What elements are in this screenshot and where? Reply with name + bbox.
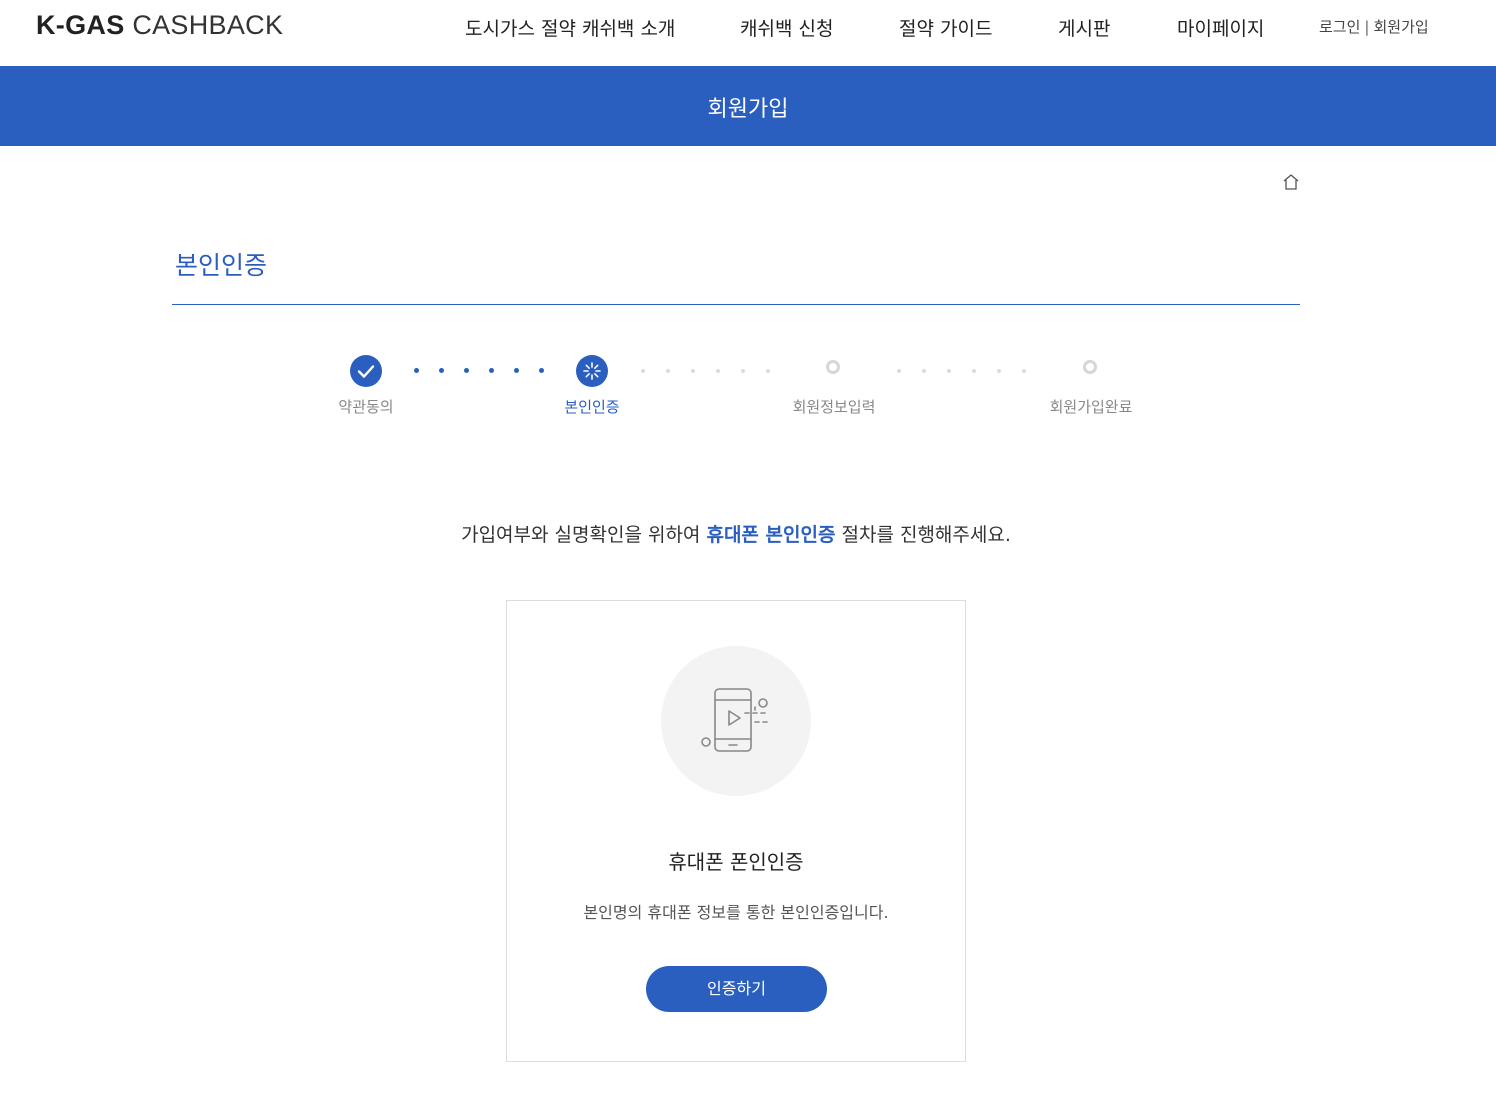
check-icon: [357, 365, 375, 378]
step-connector-dot: [766, 369, 770, 373]
verify-button[interactable]: 인증하기: [646, 966, 827, 1012]
step-connector-dot: [489, 368, 494, 373]
step-current-indicator: [576, 355, 608, 387]
nav-item-guide[interactable]: 절약 가이드: [899, 14, 992, 41]
page-title: 회원가입: [707, 97, 789, 122]
page-banner: 회원가입: [0, 66, 1496, 146]
nav-item-apply[interactable]: 캐쉬백 신청: [740, 14, 833, 41]
step-connector-dot: [414, 368, 419, 373]
card-title: 휴대폰 폰인인증: [668, 850, 804, 874]
card-icon-background: [661, 646, 811, 796]
instruction-after: 절차를 진행해주세요.: [835, 524, 1011, 546]
step-connector-dot: [897, 369, 901, 373]
home-icon[interactable]: [1282, 173, 1300, 191]
step-pending-indicator: [1083, 360, 1097, 374]
step-connector-dot: [997, 369, 1001, 373]
site-logo[interactable]: K-GAS CASHBACK: [36, 10, 283, 41]
loading-icon: [583, 362, 601, 380]
step-connector-dot: [947, 369, 951, 373]
step-connector-dot: [539, 368, 544, 373]
auth-separator: |: [1364, 18, 1370, 36]
card-description: 본인명의 휴대폰 정보를 통한 본인인증입니다.: [583, 903, 889, 922]
step-pending-indicator: [826, 360, 840, 374]
step-completed-indicator: [350, 355, 382, 387]
step-connector-dot: [464, 368, 469, 373]
step-label-complete: 회원가입완료: [1049, 398, 1133, 416]
step-connector-dot: [641, 369, 645, 373]
step-label-member-info: 회원정보입력: [792, 398, 876, 416]
section-divider: [172, 304, 1300, 305]
step-connector-dot: [716, 369, 720, 373]
step-label-verification: 본인인증: [564, 398, 620, 416]
instruction-text: 가입여부와 실명확인을 위하여 휴대폰 본인인증 절차를 진행해주세요.: [0, 520, 1472, 547]
step-connector-dot: [741, 369, 745, 373]
instruction-highlight: 휴대폰 본인인증: [706, 524, 836, 546]
step-connector-dot: [691, 369, 695, 373]
nav-item-board[interactable]: 게시판: [1058, 14, 1110, 41]
logo-strong: K-GAS: [36, 10, 125, 40]
auth-links: 로그인 | 회원가입: [1319, 16, 1429, 37]
step-connector-dot: [922, 369, 926, 373]
step-connector-dot: [666, 369, 670, 373]
section-title: 본인인증: [175, 251, 268, 280]
step-connector-dot: [1022, 369, 1026, 373]
step-label-terms: 약관동의: [338, 398, 394, 416]
signup-link[interactable]: 회원가입: [1373, 18, 1428, 36]
mobile-phone-icon: [701, 688, 768, 752]
step-connector-dot: [972, 369, 976, 373]
logo-light: CASHBACK: [132, 10, 284, 40]
nav-item-intro[interactable]: 도시가스 절약 캐쉬백 소개: [465, 14, 675, 41]
step-connector-dot: [439, 368, 444, 373]
site-header: K-GAS CASHBACK 도시가스 절약 캐쉬백 소개 캐쉬백 신청 절약 …: [0, 0, 1496, 66]
instruction-before: 가입여부와 실명확인을 위하여: [461, 524, 707, 546]
phone-verification-card: 휴대폰 폰인인증 본인명의 휴대폰 정보를 통한 본인인증입니다. 인증하기: [506, 600, 966, 1062]
login-link[interactable]: 로그인: [1319, 18, 1360, 36]
step-connector-dot: [514, 368, 519, 373]
nav-item-mypage[interactable]: 마이페이지: [1177, 14, 1264, 41]
